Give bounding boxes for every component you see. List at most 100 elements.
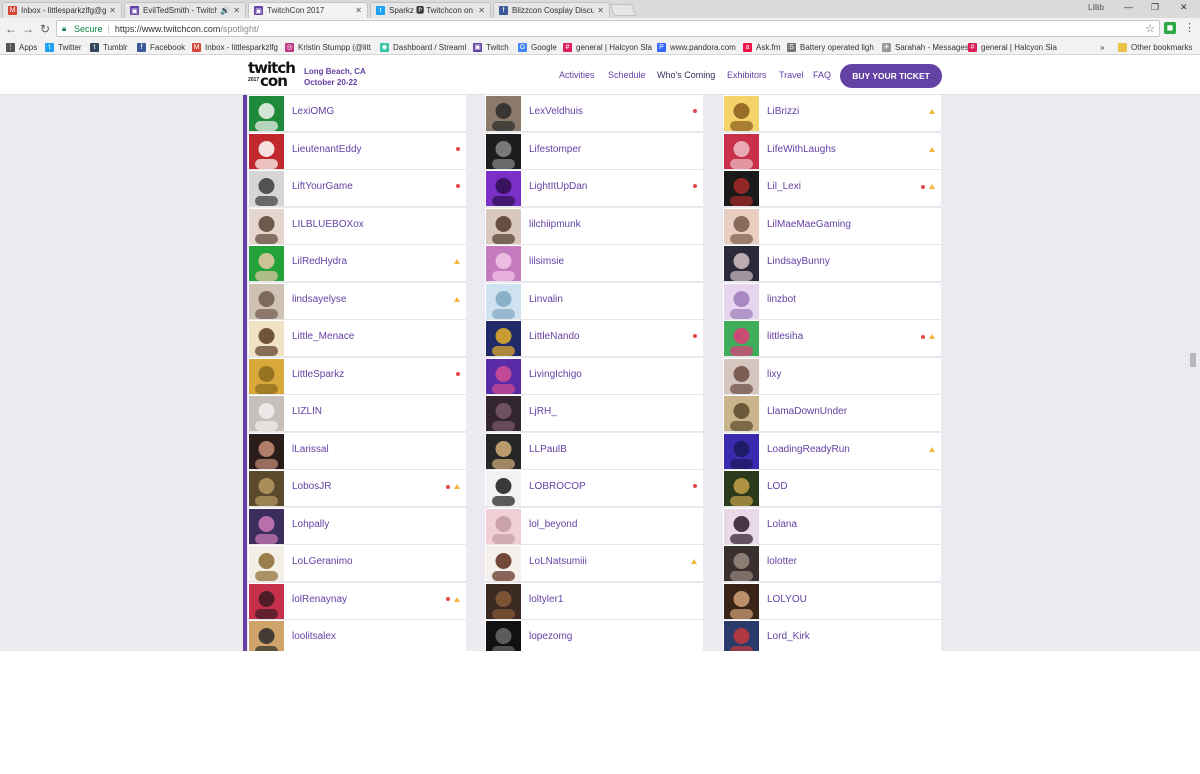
audio-playing-icon[interactable]: 🔊 <box>220 6 230 15</box>
extension-icon[interactable]: ◼ <box>1164 22 1176 34</box>
streamer-row[interactable]: LexVeldhuis <box>485 95 703 132</box>
streamer-row[interactable]: LOD <box>723 470 941 507</box>
avatar[interactable] <box>249 171 284 206</box>
streamer-name[interactable]: LightItUpDan <box>529 181 587 192</box>
avatar[interactable] <box>724 96 759 131</box>
close-tab-icon[interactable]: ✕ <box>233 6 240 15</box>
nav-activities[interactable]: Activities <box>559 70 595 80</box>
restore-icon[interactable]: ❐ <box>1151 2 1159 13</box>
streamer-name[interactable]: Little_Menace <box>292 331 354 342</box>
bookmark-item[interactable]: S Battery operated ligh <box>787 41 874 53</box>
browser-menu-icon[interactable]: ⋮ <box>1184 21 1195 34</box>
streamer-name[interactable]: LieutenantEddy <box>292 144 362 155</box>
streamer-name[interactable]: lLarissal <box>292 444 329 455</box>
avatar[interactable] <box>249 321 284 356</box>
streamer-row[interactable]: Linvalin <box>485 282 703 320</box>
twitchcon-logo[interactable]: twitch con 2017 <box>248 61 296 90</box>
streamer-row[interactable]: LifeWithLaughs <box>723 132 941 170</box>
streamer-name[interactable]: LittleNando <box>529 331 580 342</box>
avatar[interactable] <box>724 621 759 651</box>
close-tab-icon[interactable]: ✕ <box>109 6 116 15</box>
browser-tab[interactable]: f Blizzcon Cosplay Discus ✕ <box>493 2 610 18</box>
avatar[interactable] <box>724 321 759 356</box>
streamer-row[interactable]: LieutenantEddy <box>248 132 466 170</box>
avatar[interactable] <box>249 396 284 431</box>
streamer-row[interactable]: linzbot <box>723 282 941 320</box>
avatar[interactable] <box>486 283 521 319</box>
bookmark-item[interactable]: t Tumblr <box>90 41 128 53</box>
close-tab-icon[interactable]: ✕ <box>597 6 604 15</box>
browser-tab[interactable]: ▣ EvilTedSmith - Twitch 🔊 ✕ <box>124 2 246 18</box>
streamer-name[interactable]: LOLYOU <box>767 594 807 605</box>
streamer-row[interactable]: LILBLUEBOXox <box>248 207 466 245</box>
streamer-name[interactable]: LoLGeranimo <box>292 556 353 567</box>
streamer-name[interactable]: LIZLIN <box>292 406 322 417</box>
streamer-name[interactable]: LoLNatsumiii <box>529 556 587 567</box>
streamer-row[interactable]: loltyler1 <box>485 582 703 620</box>
bookmark-item[interactable]: ◉ Dashboard / Streaml <box>380 41 466 53</box>
avatar[interactable] <box>486 171 521 206</box>
forward-arrow-icon[interactable]: → <box>20 21 36 37</box>
close-tab-icon[interactable]: ✕ <box>355 6 362 15</box>
avatar[interactable] <box>486 471 521 506</box>
streamer-name[interactable]: loolitsalex <box>292 631 336 642</box>
streamer-row[interactable]: LoLGeranimo <box>248 545 466 582</box>
close-window-icon[interactable]: ✕ <box>1180 2 1188 13</box>
streamer-name[interactable]: Lolana <box>767 519 797 530</box>
avatar[interactable] <box>486 321 521 356</box>
new-tab-button[interactable] <box>609 4 637 16</box>
streamer-name[interactable]: LifeWithLaughs <box>767 144 836 155</box>
avatar[interactable] <box>486 208 521 244</box>
avatar[interactable] <box>249 508 284 544</box>
streamer-row[interactable]: LLPaulB <box>485 432 703 470</box>
streamer-row[interactable]: lolotter <box>723 545 941 582</box>
streamer-name[interactable]: Lil_Lexi <box>767 181 801 192</box>
streamer-name[interactable]: LilRedHydra <box>292 256 347 267</box>
streamer-name[interactable]: LexiOMG <box>292 106 334 117</box>
streamer-row[interactable]: lolRenaynay <box>248 582 466 620</box>
streamer-row[interactable]: Lolana <box>723 507 941 545</box>
streamer-name[interactable]: LILBLUEBOXox <box>292 219 364 230</box>
avatar[interactable] <box>724 396 759 431</box>
avatar[interactable] <box>249 621 284 651</box>
streamer-name[interactable]: LivingIchigo <box>529 369 582 380</box>
streamer-name[interactable]: Lifestomper <box>529 144 581 155</box>
streamer-name[interactable]: lolotter <box>767 556 797 567</box>
streamer-name[interactable]: Linvalin <box>529 294 563 305</box>
avatar[interactable] <box>249 546 284 581</box>
avatar[interactable] <box>249 283 284 319</box>
avatar[interactable] <box>486 396 521 431</box>
streamer-name[interactable]: Lohpally <box>292 519 329 530</box>
bookmark-item[interactable]: a Ask.fm <box>743 41 780 53</box>
streamer-name[interactable]: lixy <box>767 369 781 380</box>
streamer-row[interactable]: LIZLIN <box>248 395 466 432</box>
avatar[interactable] <box>724 471 759 506</box>
streamer-row[interactable]: LiBrizzi <box>723 95 941 132</box>
streamer-name[interactable]: littlesiha <box>767 331 803 342</box>
buy-ticket-button[interactable]: BUY YOUR TICKET <box>840 64 942 88</box>
avatar[interactable] <box>486 621 521 651</box>
avatar[interactable] <box>486 508 521 544</box>
streamer-name[interactable]: LilMaeMaeGaming <box>767 219 851 230</box>
avatar[interactable] <box>486 583 521 619</box>
avatar[interactable] <box>249 358 284 394</box>
bookmark-item[interactable]: # general | Halcyon Sla <box>563 41 652 53</box>
nav-travel[interactable]: Travel <box>779 70 804 80</box>
streamer-row[interactable]: lilsimsie <box>485 245 703 282</box>
avatar[interactable] <box>486 358 521 394</box>
streamer-row[interactable]: lLarissal <box>248 432 466 470</box>
streamer-name[interactable]: LexVeldhuis <box>529 106 583 117</box>
avatar[interactable] <box>724 358 759 394</box>
streamer-row[interactable]: lopezomg <box>485 620 703 651</box>
streamer-name[interactable]: LindsayBunny <box>767 256 830 267</box>
avatar[interactable] <box>724 583 759 619</box>
page-scrollbar-thumb[interactable] <box>1190 353 1196 367</box>
browser-tab[interactable]: t Sparkz 🅿 Twitchcon on ✕ <box>370 2 491 18</box>
streamer-row[interactable]: LjRH_ <box>485 395 703 432</box>
bookmark-item[interactable]: ⋮ Apps <box>6 41 37 53</box>
streamer-row[interactable]: Lord_Kirk <box>723 620 941 651</box>
avatar[interactable] <box>249 583 284 619</box>
streamer-name[interactable]: lol_beyond <box>529 519 577 530</box>
streamer-row[interactable]: lol_beyond <box>485 507 703 545</box>
bookmark-item[interactable]: ▣ Twitch <box>473 41 509 53</box>
